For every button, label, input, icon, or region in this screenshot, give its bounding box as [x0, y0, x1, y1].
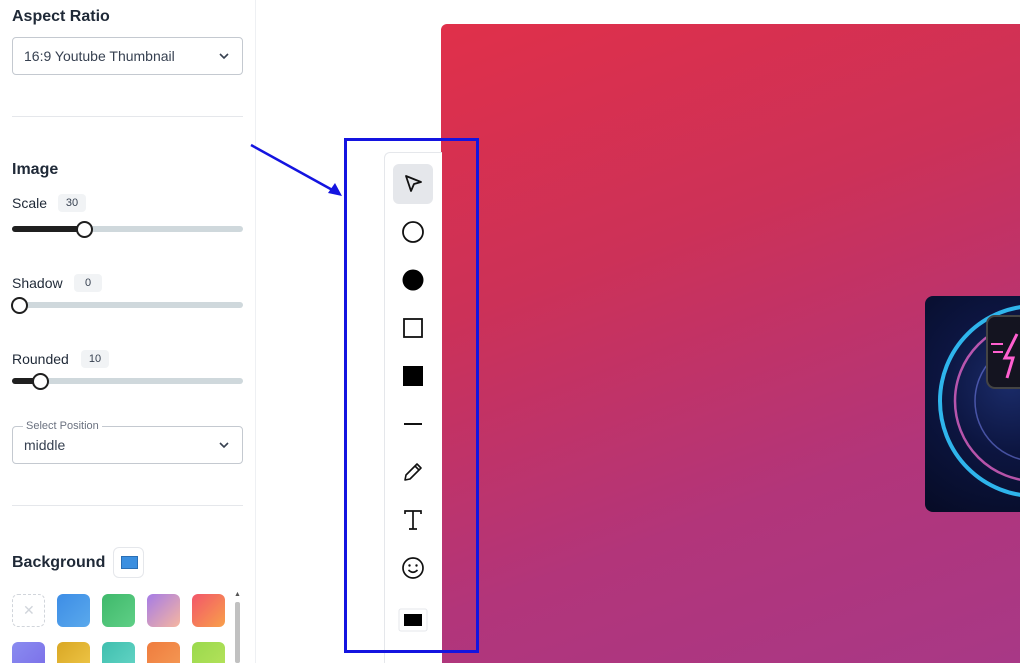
rounded-slider[interactable] [12, 373, 243, 390]
background-swatch-teal[interactable] [102, 642, 135, 663]
settings-sidebar: Aspect Ratio 16:9 Youtube Thumbnail Imag… [0, 0, 256, 663]
thumbnail-image[interactable] [925, 296, 1020, 512]
background-swatch-orange[interactable] [147, 642, 180, 663]
chevron-down-icon [219, 442, 229, 449]
shadow-label: Shadow [12, 275, 63, 291]
aspect-ratio-select[interactable]: 16:9 Youtube Thumbnail [12, 37, 243, 75]
background-swatch-blue[interactable] [57, 594, 90, 627]
shadow-slider-thumb[interactable] [11, 297, 28, 314]
background-heading: Background [12, 554, 106, 571]
background-swatch-orange-red[interactable] [192, 594, 225, 627]
position-value: middle [24, 437, 66, 453]
background-color-picker[interactable] [113, 547, 144, 578]
background-swatch-grid: ✕ [12, 590, 244, 663]
background-swatch-green[interactable] [102, 594, 135, 627]
aspect-ratio-value: 16:9 Youtube Thumbnail [24, 48, 175, 64]
neon-lightning-image [938, 305, 1020, 497]
rounded-slider-thumb[interactable] [32, 373, 49, 390]
divider [12, 505, 243, 506]
scale-label: Scale [12, 195, 48, 211]
position-select-label: Select Position [23, 420, 102, 432]
position-select[interactable]: Select Position middle [12, 420, 243, 464]
scale-value-badge: 30 [58, 194, 86, 212]
image-heading: Image [12, 161, 59, 178]
rounded-value-badge: 10 [81, 350, 109, 368]
annotation-highlight-box [344, 138, 479, 653]
scale-slider-fill [12, 226, 84, 232]
no-background-icon: ✕ [23, 602, 35, 618]
background-swatch-purple-peach[interactable] [147, 594, 180, 627]
divider [12, 116, 243, 117]
annotation-arrow-icon [250, 143, 342, 196]
background-swatch-blue-violet[interactable] [12, 642, 45, 663]
rounded-label: Rounded [12, 351, 69, 367]
aspect-ratio-heading: Aspect Ratio [12, 8, 110, 25]
shadow-value-badge: 0 [74, 274, 102, 292]
scale-slider[interactable] [12, 221, 243, 238]
chevron-down-icon [219, 53, 229, 60]
color-preview [121, 556, 138, 569]
background-swatch-lime[interactable] [192, 642, 225, 663]
background-swatch-yellow[interactable] [57, 642, 90, 663]
swatch-scrollbar[interactable] [235, 602, 240, 663]
scroll-up-arrow-icon[interactable]: ▲ [234, 591, 241, 598]
background-swatch-none[interactable]: ✕ [12, 594, 45, 627]
scale-slider-thumb[interactable] [76, 221, 93, 238]
shadow-slider[interactable] [11, 297, 243, 314]
